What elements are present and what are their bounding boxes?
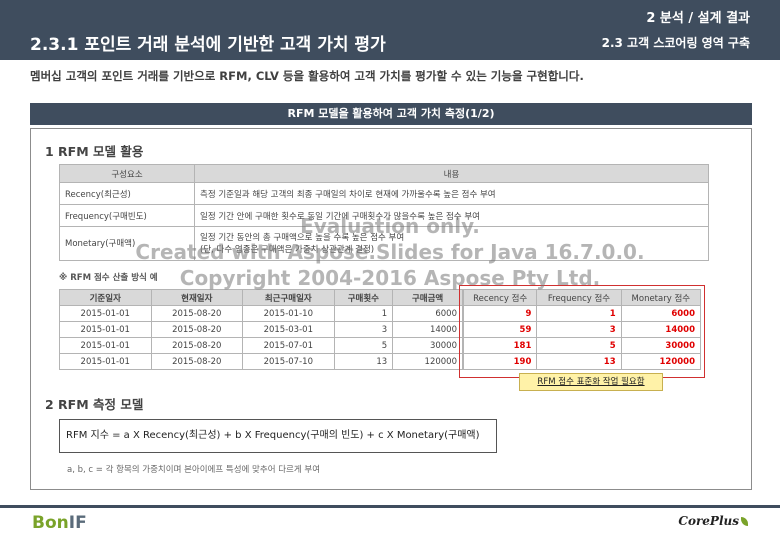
content-cell: 일정 기간 동안의 총 구매액으로 높을 수록 높은 점수 부여 (단, 다수 … bbox=[194, 226, 709, 261]
table-cell: 2015-01-01 bbox=[59, 353, 152, 370]
component-cell: Frequency(구매빈도) bbox=[59, 204, 195, 227]
coreplus-logo: CorePlus bbox=[678, 514, 748, 528]
table-cell: 2015-01-10 bbox=[242, 305, 335, 322]
table-cell: 2015-08-20 bbox=[150, 321, 244, 338]
intro-text: 멤버십 고객의 포인트 거래를 기반으로 RFM, CLV 등을 활용하여 고객… bbox=[30, 69, 584, 83]
column-header: 내용 bbox=[194, 164, 709, 183]
content-line: 일정 기간 동안의 총 구매액으로 높을 수록 높은 점수 부여 bbox=[200, 232, 405, 243]
table-cell: 13 bbox=[333, 353, 394, 370]
logo-part: Bon bbox=[32, 513, 69, 533]
table-cell: 120000 bbox=[392, 353, 463, 370]
score-highlight-frame bbox=[459, 285, 705, 378]
bonif-logo: BonIF bbox=[32, 513, 87, 533]
table-cell: 2015-08-20 bbox=[150, 337, 244, 354]
table-cell: 2015-01-01 bbox=[59, 321, 152, 338]
content-cell: 측정 기준일과 해당 고객의 최종 구매일의 차이로 현재에 가까울수록 높은 … bbox=[194, 182, 709, 205]
table-row: Frequency(구매빈도) 일정 기간 안에 구매한 횟수로 동일 기간에 … bbox=[59, 204, 709, 227]
header-section: 2.3 고객 스코어링 영역 구축 bbox=[601, 36, 750, 50]
table-cell: 2015-01-01 bbox=[59, 337, 152, 354]
logo-text: CorePlus bbox=[678, 514, 739, 528]
content-cell: 일정 기간 안에 구매한 횟수로 동일 기간에 구매횟수가 많을수록 높은 점수… bbox=[194, 204, 709, 227]
table-cell: 2015-03-01 bbox=[242, 321, 335, 338]
table-row: 2015-01-01 2015-08-20 2015-07-10 13 1200… bbox=[59, 353, 463, 370]
column-header: 구매횟수 bbox=[333, 289, 394, 306]
rfm-calc-table: 기준일자 현재일자 최근구매일자 구매횟수 구매금액 2015-01-01 20… bbox=[59, 289, 463, 370]
table-cell: 2015-08-20 bbox=[150, 353, 244, 370]
content-line: (단, 다수 업종은 구매액은 가중치 상관관계 결정) bbox=[200, 244, 375, 255]
table-row: 2015-01-01 2015-08-20 2015-01-10 1 6000 bbox=[59, 305, 463, 322]
table-cell: 6000 bbox=[392, 305, 463, 322]
column-header: 구성요소 bbox=[59, 164, 195, 183]
table-cell: 2015-07-01 bbox=[242, 337, 335, 354]
table-row: 2015-01-01 2015-08-20 2015-07-01 5 30000 bbox=[59, 337, 463, 354]
table-cell: 2015-08-20 bbox=[150, 305, 244, 322]
section-banner: RFM 모델을 활용하여 고객 가치 측정(1/2) bbox=[30, 103, 752, 125]
table-row: 2015-01-01 2015-08-20 2015-03-01 3 14000 bbox=[59, 321, 463, 338]
logo-part: IF bbox=[68, 513, 87, 533]
formula-note: a, b, c = 각 항목의 가중치이며 본아이에프 특성에 맞추어 다르게 … bbox=[67, 465, 321, 475]
table-row: Recency(최근성) 측정 기준일과 해당 고객의 최종 구매일의 차이로 … bbox=[59, 182, 709, 205]
footer-divider bbox=[0, 505, 780, 508]
component-cell: Monetary(구매액) bbox=[59, 226, 195, 261]
component-cell: Recency(최근성) bbox=[59, 182, 195, 205]
table-cell: 14000 bbox=[392, 321, 463, 338]
leaf-icon bbox=[741, 517, 748, 526]
table-cell: 2015-07-10 bbox=[242, 353, 335, 370]
rfm-formula: RFM 지수 = a X Recency(최근성) + b X Frequenc… bbox=[59, 419, 497, 453]
section1-title: 1 RFM 모델 활용 bbox=[45, 144, 144, 159]
section2-title: 2 RFM 측정 모델 bbox=[45, 397, 144, 412]
header-chapter: 2 분석 / 설계 결과 bbox=[646, 11, 750, 26]
page-title: 2.3.1 포인트 거래 분석에 기반한 고객 가치 평가 bbox=[30, 35, 386, 55]
table-cell: 30000 bbox=[392, 337, 463, 354]
callout-note: RFM 점수 표준화 작업 필요함 bbox=[519, 373, 663, 391]
content-panel: 1 RFM 모델 활용 구성요소 내용 Recency(최근성) 측정 기준일과… bbox=[30, 128, 752, 490]
table-row: Monetary(구매액) 일정 기간 동안의 총 구매액으로 높을 수록 높은… bbox=[59, 226, 709, 261]
table-cell: 1 bbox=[333, 305, 394, 322]
table-cell: 3 bbox=[333, 321, 394, 338]
column-header: 최근구매일자 bbox=[242, 289, 335, 306]
column-header: 기준일자 bbox=[59, 289, 152, 306]
slide-header: 2 분석 / 설계 결과 2.3.1 포인트 거래 분석에 기반한 고객 가치 … bbox=[0, 0, 780, 60]
table-cell: 2015-01-01 bbox=[59, 305, 152, 322]
table-cell: 5 bbox=[333, 337, 394, 354]
column-header: 구매금액 bbox=[392, 289, 463, 306]
column-header: 현재일자 bbox=[150, 289, 244, 306]
rfm-components-table: 구성요소 내용 Recency(최근성) 측정 기준일과 해당 고객의 최종 구… bbox=[59, 164, 709, 261]
calc-note: ※ RFM 점수 산출 방식 예 bbox=[59, 273, 158, 283]
